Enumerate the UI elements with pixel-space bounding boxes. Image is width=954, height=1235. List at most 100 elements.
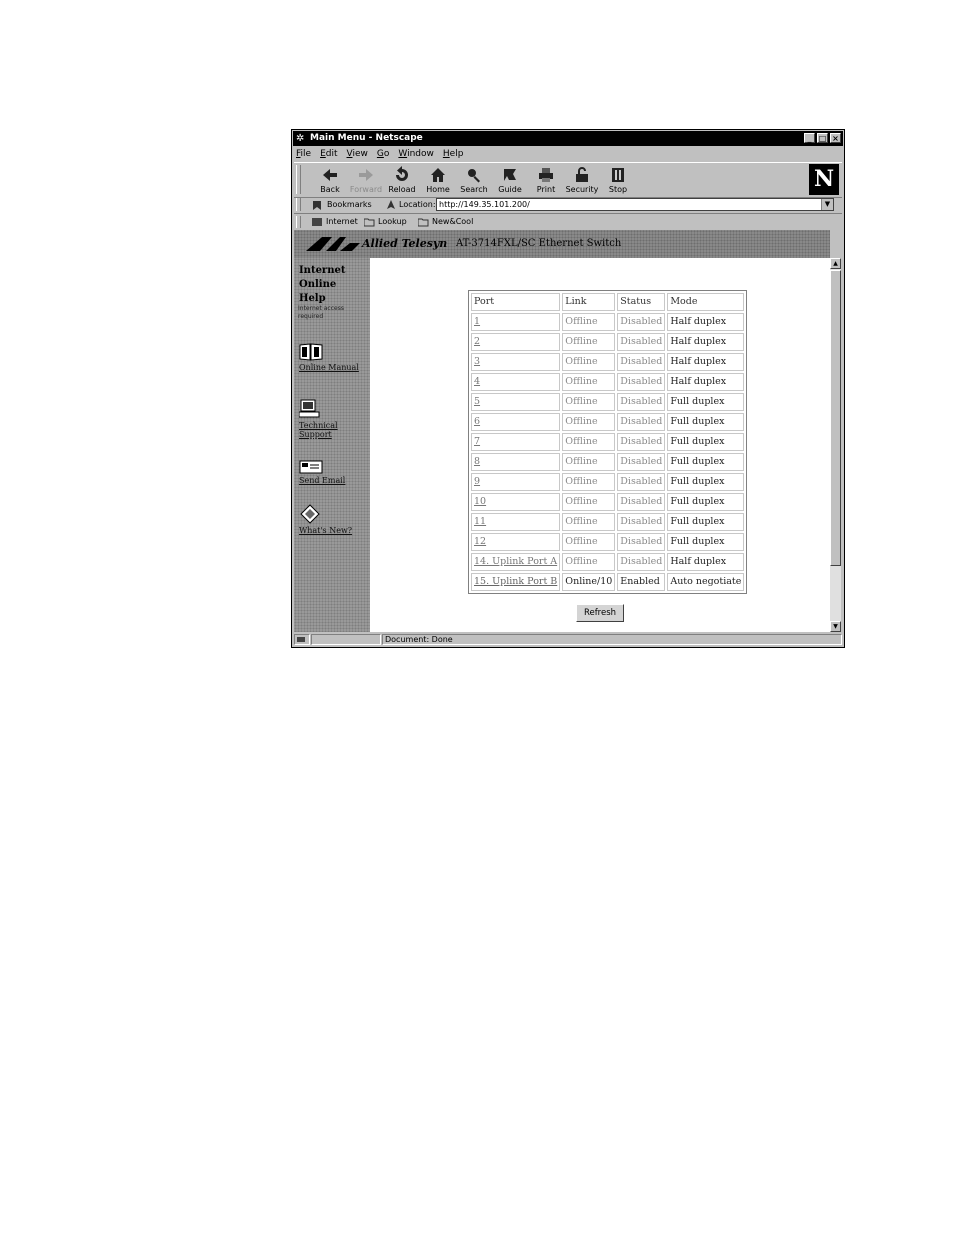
port-link[interactable]: 2 — [471, 333, 561, 351]
status-cell: Disabled — [617, 533, 666, 551]
sidebar-link-online-manual[interactable]: Online Manual — [299, 343, 365, 372]
close-button[interactable]: × — [830, 133, 841, 143]
reload-button[interactable]: Reload — [384, 164, 420, 196]
minimize-button[interactable]: _ — [804, 133, 815, 143]
location-grip[interactable] — [296, 198, 301, 211]
status-cell: Disabled — [617, 553, 666, 571]
port-link[interactable]: 5 — [471, 393, 561, 411]
scroll-up-button[interactable]: ▲ — [830, 258, 841, 269]
menu-edit[interactable]: Edit — [320, 147, 337, 161]
print-button[interactable]: Print — [528, 164, 564, 196]
toolbar-grip[interactable] — [296, 165, 301, 194]
connection-icon — [297, 637, 305, 642]
port-link[interactable]: 11 — [471, 513, 561, 531]
refresh-button[interactable]: Refresh — [576, 604, 624, 622]
link-cell: Offline — [562, 513, 616, 531]
sidebar-link-technical-support[interactable]: Technical Support — [299, 399, 365, 439]
menu-file[interactable]: File — [296, 147, 311, 161]
port-link[interactable]: 9 — [471, 473, 561, 491]
scroll-down-button[interactable]: ▼ — [830, 621, 841, 632]
brand-name: Allied Telesyn — [362, 237, 448, 250]
port-link[interactable]: 15. Uplink Port B — [471, 573, 561, 591]
port-link[interactable]: 12 — [471, 533, 561, 551]
link-cell: Offline — [562, 473, 616, 491]
column-header-mode: Mode — [667, 293, 745, 311]
link-cell: Offline — [562, 553, 616, 571]
home-button[interactable]: Home — [420, 164, 456, 196]
table-row: 3 Offline Disabled Half duplex — [471, 353, 745, 371]
browser-window: ✲ Main Menu - Netscape _ □ × File Edit V… — [291, 129, 845, 648]
netscape-logo[interactable]: N — [809, 164, 839, 195]
table-row: 9 Offline Disabled Full duplex — [471, 473, 745, 491]
status-cell: Disabled — [617, 373, 666, 391]
stop-button[interactable]: Stop — [600, 164, 636, 196]
scroll-thumb[interactable] — [830, 270, 841, 566]
port-link[interactable]: 1 — [471, 313, 561, 331]
menu-view[interactable]: View — [347, 147, 368, 161]
mode-cell: Full duplex — [667, 473, 745, 491]
status-cell: Disabled — [617, 393, 666, 411]
mode-cell: Auto negotiate — [667, 573, 745, 591]
diamond-icon — [300, 504, 320, 524]
navigation-toolbar: Back Forward Reload Home Search Guide Pr… — [294, 162, 842, 198]
location-bar: Bookmarks Location: http://149.35.101.20… — [294, 197, 842, 214]
guide-button[interactable]: Guide — [492, 164, 528, 196]
table-row: 14. Uplink Port A Offline Disabled Half dup… — [471, 553, 745, 571]
vertical-scrollbar[interactable]: ▲ ▼ — [830, 258, 841, 632]
security-icon — [576, 167, 588, 182]
url-input[interactable]: http://149.35.101.200/ ▼ — [436, 198, 834, 211]
table-row: 2 Offline Disabled Half duplex — [471, 333, 745, 351]
forward-button[interactable]: Forward — [348, 164, 384, 196]
link-cell: Offline — [562, 393, 616, 411]
url-dropdown-button[interactable]: ▼ — [821, 199, 833, 210]
port-link[interactable]: 4 — [471, 373, 561, 391]
port-link[interactable]: 7 — [471, 433, 561, 451]
mode-cell: Full duplex — [667, 493, 745, 511]
table-header-row: Port Link Status Mode — [471, 293, 745, 311]
product-title: AT-3714FXL/SC Ethernet Switch — [456, 238, 622, 249]
mode-cell: Half duplex — [667, 333, 745, 351]
netscape-app-icon[interactable]: ✲ — [296, 133, 307, 144]
personal-item-lookup[interactable]: Lookup — [364, 214, 407, 230]
table-row: 6 Offline Disabled Full duplex — [471, 413, 745, 431]
port-link[interactable]: 6 — [471, 413, 561, 431]
port-link[interactable]: 10 — [471, 493, 561, 511]
bookmarks-button[interactable]: Bookmarks — [312, 199, 372, 211]
table-row: 12 Offline Disabled Full duplex — [471, 533, 745, 551]
sidebar-link-whats-new[interactable]: What's New? — [299, 504, 365, 535]
menu-window[interactable]: Window — [398, 147, 434, 161]
table-row: 1 Offline Disabled Half duplex — [471, 313, 745, 331]
personal-item-newcool[interactable]: New&Cool — [418, 214, 473, 230]
search-button[interactable]: Search — [456, 164, 492, 196]
status-cell: Disabled — [617, 513, 666, 531]
mode-cell: Full duplex — [667, 533, 745, 551]
sidebar-link-send-email[interactable]: Send Email — [299, 460, 365, 485]
table-row: 10 Offline Disabled Full duplex — [471, 493, 745, 511]
port-status-table: Port Link Status Mode 1 Offline Disabled Ha… — [468, 290, 748, 594]
mode-cell: Full duplex — [667, 393, 745, 411]
port-link[interactable]: 14. Uplink Port A — [471, 553, 561, 571]
mode-cell: Full duplex — [667, 513, 745, 531]
status-cell: Disabled — [617, 473, 666, 491]
folder-icon — [364, 218, 375, 227]
table-row: 11 Offline Disabled Full duplex — [471, 513, 745, 531]
print-icon — [539, 168, 553, 182]
internet-icon — [312, 218, 322, 226]
table-row: 4 Offline Disabled Half duplex — [471, 373, 745, 391]
security-button[interactable]: Security — [564, 164, 600, 196]
link-cell: Offline — [562, 353, 616, 371]
link-cell: Offline — [562, 533, 616, 551]
maximize-button[interactable]: □ — [817, 133, 828, 143]
guide-icon — [504, 169, 516, 181]
menu-go[interactable]: Go — [377, 147, 390, 161]
sidebar-subtext: Internet access required — [298, 305, 344, 320]
personal-item-internet[interactable]: Internet — [312, 214, 358, 230]
back-icon — [323, 169, 337, 181]
back-button[interactable]: Back — [312, 164, 348, 196]
column-header-link: Link — [562, 293, 616, 311]
personal-grip[interactable] — [296, 216, 301, 228]
port-link[interactable]: 8 — [471, 453, 561, 471]
port-link[interactable]: 3 — [471, 353, 561, 371]
menu-help[interactable]: Help — [443, 147, 464, 161]
status-cell: Disabled — [617, 433, 666, 451]
